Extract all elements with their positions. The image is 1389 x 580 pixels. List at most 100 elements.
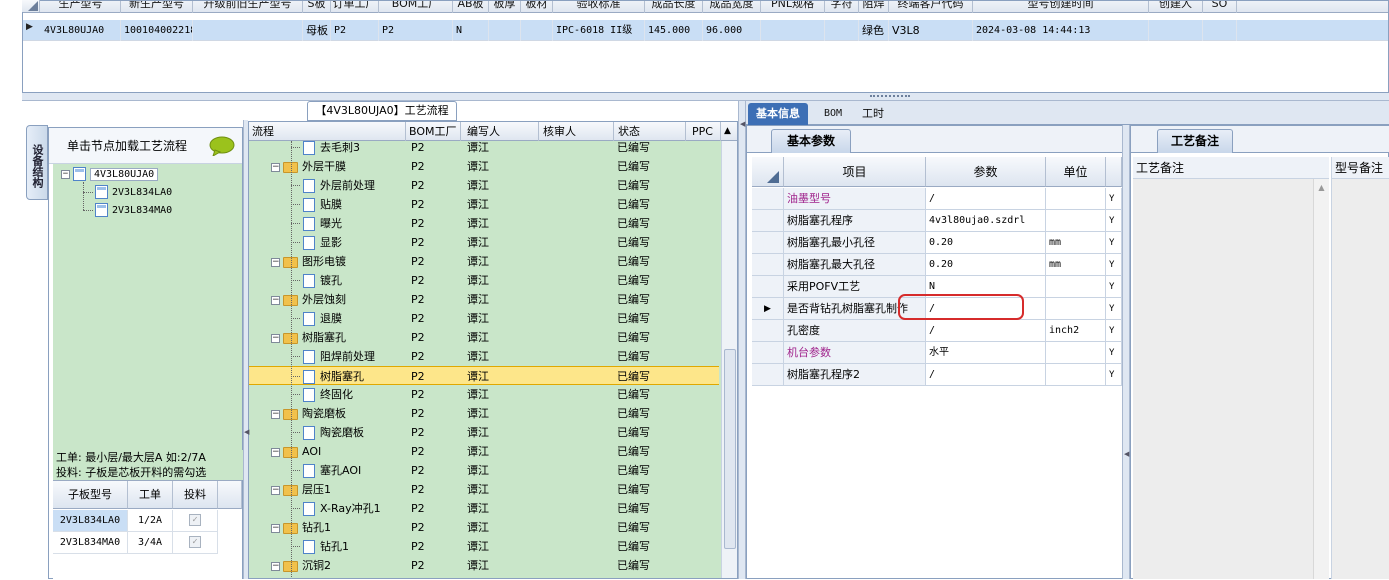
- param-value[interactable]: /: [926, 320, 1046, 342]
- col-header[interactable]: 终端客户代码: [889, 1, 973, 13]
- col-feed[interactable]: 投料: [173, 481, 218, 509]
- col-param[interactable]: 参数: [926, 157, 1046, 187]
- col-unit[interactable]: 单位: [1046, 157, 1106, 187]
- process-row[interactable]: 外层前处理 P2 谭江 已编写: [249, 176, 719, 195]
- col-sub-model[interactable]: 子板型号: [53, 481, 128, 509]
- col-header[interactable]: 创建人: [1149, 1, 1203, 13]
- col-header[interactable]: SO: [1203, 1, 1237, 13]
- collapse-icon[interactable]: −: [271, 162, 280, 172]
- speech-bubble-icon[interactable]: [209, 136, 235, 156]
- param-value[interactable]: /: [926, 188, 1046, 210]
- process-row[interactable]: − 层压1 P2 谭江 已编写: [249, 480, 719, 499]
- param-value[interactable]: 4v3l80uja0.szdrl: [926, 210, 1046, 232]
- process-row[interactable]: X-Ray冲孔1 P2 谭江 已编写: [249, 499, 719, 518]
- param-row[interactable]: 树脂塞孔最小孔径 0.20 mm Y: [752, 232, 1122, 254]
- table-cell[interactable]: [825, 20, 859, 41]
- collapse-icon[interactable]: −: [61, 169, 70, 179]
- collapse-icon[interactable]: −: [271, 561, 280, 571]
- col-header[interactable]: 订单工厂: [331, 1, 379, 13]
- table-cell[interactable]: 母板: [303, 20, 331, 41]
- col-header[interactable]: BOM工厂: [379, 1, 453, 13]
- tree-node-root[interactable]: −4V3L80UJA0: [61, 166, 159, 183]
- collapse-icon[interactable]: −: [271, 333, 280, 343]
- scroll-up-icon[interactable]: ▲: [721, 122, 737, 141]
- collapse-icon[interactable]: −: [271, 257, 280, 267]
- param-row[interactable]: 孔密度 / inch2 Y: [752, 320, 1122, 342]
- col-header[interactable]: 生产型号: [41, 1, 121, 13]
- col-header[interactable]: 字符: [825, 1, 859, 13]
- process-row[interactable]: 去毛刺3 P2 谭江 已编写: [249, 138, 719, 157]
- notes-scrollbar[interactable]: ▲: [1313, 179, 1329, 579]
- table-cell[interactable]: 145.000: [645, 20, 703, 41]
- param-unit[interactable]: [1046, 364, 1106, 386]
- collapse-icon[interactable]: −: [271, 409, 280, 419]
- collapse-icon[interactable]: −: [271, 447, 280, 457]
- vertical-splitter-right[interactable]: [1122, 125, 1130, 579]
- param-row[interactable]: 机台参数 水平 Y: [752, 342, 1122, 364]
- param-unit[interactable]: mm: [1046, 232, 1106, 254]
- tab-process-notes[interactable]: 工艺备注: [1157, 129, 1233, 153]
- table-cell[interactable]: [521, 20, 553, 41]
- side-tab-device-structure[interactable]: 设备结构: [26, 125, 48, 200]
- process-row[interactable]: − 图形电镀 P2 谭江 已编写: [249, 252, 719, 271]
- collapse-icon[interactable]: −: [271, 485, 280, 495]
- process-row[interactable]: 钻孔1 P2 谭江 已编写: [249, 537, 719, 556]
- process-row[interactable]: 树脂塞孔 P2 谭江 已编写: [249, 366, 719, 385]
- tree-node-child[interactable]: 2V3L834LA0: [95, 184, 172, 201]
- process-row[interactable]: 陶瓷磨板 P2 谭江 已编写: [249, 423, 719, 442]
- scrollbar-thumb[interactable]: [724, 349, 736, 549]
- param-unit[interactable]: [1046, 276, 1106, 298]
- process-notes-textarea[interactable]: [1133, 179, 1313, 579]
- scroll-up-icon[interactable]: ▲: [1314, 183, 1329, 192]
- table-cell[interactable]: 10010400221805: [121, 20, 193, 41]
- process-row[interactable]: − 沉铜2 P2 谭江 已编写: [249, 556, 719, 575]
- process-row[interactable]: 终固化 P2 谭江 已编写: [249, 385, 719, 404]
- feed-checkbox[interactable]: ✓: [189, 536, 201, 548]
- col-header[interactable]: 新生产型号: [121, 1, 193, 13]
- process-row[interactable]: 退膜 P2 谭江 已编写: [249, 309, 719, 328]
- param-unit[interactable]: [1046, 342, 1106, 364]
- table-cell[interactable]: 2024-03-08 14:44:13: [973, 20, 1149, 41]
- table-cell[interactable]: [1203, 20, 1237, 41]
- tree-node-child[interactable]: 2V3L834MA0: [95, 202, 172, 219]
- horizontal-splitter[interactable]: [22, 93, 1389, 101]
- process-row[interactable]: 阻焊前处理 P2 谭江 已编写: [249, 347, 719, 366]
- process-row[interactable]: 塞孔AOI P2 谭江 已编写: [249, 461, 719, 480]
- param-row[interactable]: 树脂塞孔最大孔径 0.20 mm Y: [752, 254, 1122, 276]
- tab-bom[interactable]: BOM: [816, 103, 850, 125]
- table-cell[interactable]: 1/2A: [128, 510, 173, 532]
- collapse-arrow-icon[interactable]: ◀: [740, 120, 745, 128]
- process-row[interactable]: 显影 P2 谭江 已编写: [249, 233, 719, 252]
- col-header[interactable]: 型号创建时间: [973, 1, 1149, 13]
- param-unit[interactable]: inch2: [1046, 320, 1106, 342]
- process-scrollbar[interactable]: [721, 141, 737, 578]
- tab-basic-info[interactable]: 基本信息: [748, 103, 808, 125]
- param-value[interactable]: 0.20: [926, 254, 1046, 276]
- table-cell[interactable]: 绿色: [859, 20, 889, 41]
- tab-basic-params[interactable]: 基本参数: [771, 129, 851, 153]
- col-header[interactable]: 验收标准: [553, 1, 645, 13]
- col-header[interactable]: PNL规格: [761, 1, 825, 13]
- param-value[interactable]: /: [926, 364, 1046, 386]
- col-order[interactable]: 工单: [128, 481, 173, 509]
- param-value[interactable]: 0.20: [926, 232, 1046, 254]
- collapse-icon[interactable]: −: [271, 295, 280, 305]
- tab-work-hours[interactable]: 工时: [854, 103, 892, 125]
- splitter-grip-icon[interactable]: [870, 95, 910, 98]
- param-unit[interactable]: mm: [1046, 254, 1106, 276]
- param-row[interactable]: 油墨型号 / Y: [752, 188, 1122, 210]
- col-header[interactable]: 阻焊: [859, 1, 889, 13]
- table-cell[interactable]: [193, 20, 303, 41]
- param-unit[interactable]: [1046, 298, 1106, 320]
- param-value[interactable]: 水平: [926, 342, 1046, 364]
- param-row[interactable]: 树脂塞孔程序2/ Y: [752, 364, 1122, 386]
- table-cell[interactable]: 2V3L834MA0: [53, 532, 128, 554]
- table-cell[interactable]: [761, 20, 825, 41]
- col-item[interactable]: 项目: [784, 157, 926, 187]
- model-grid-row-selected[interactable]: 4V3L80UJA010010400221805母板P2P2NIPC-6018 …: [23, 20, 1388, 41]
- collapse-arrow-icon[interactable]: ◀: [244, 428, 249, 436]
- process-row[interactable]: − 外层蚀刻 P2 谭江 已编写: [249, 290, 719, 309]
- process-row[interactable]: − 钻孔1 P2 谭江 已编写: [249, 518, 719, 537]
- table-cell[interactable]: N: [453, 20, 489, 41]
- feed-checkbox[interactable]: ✓: [189, 514, 201, 526]
